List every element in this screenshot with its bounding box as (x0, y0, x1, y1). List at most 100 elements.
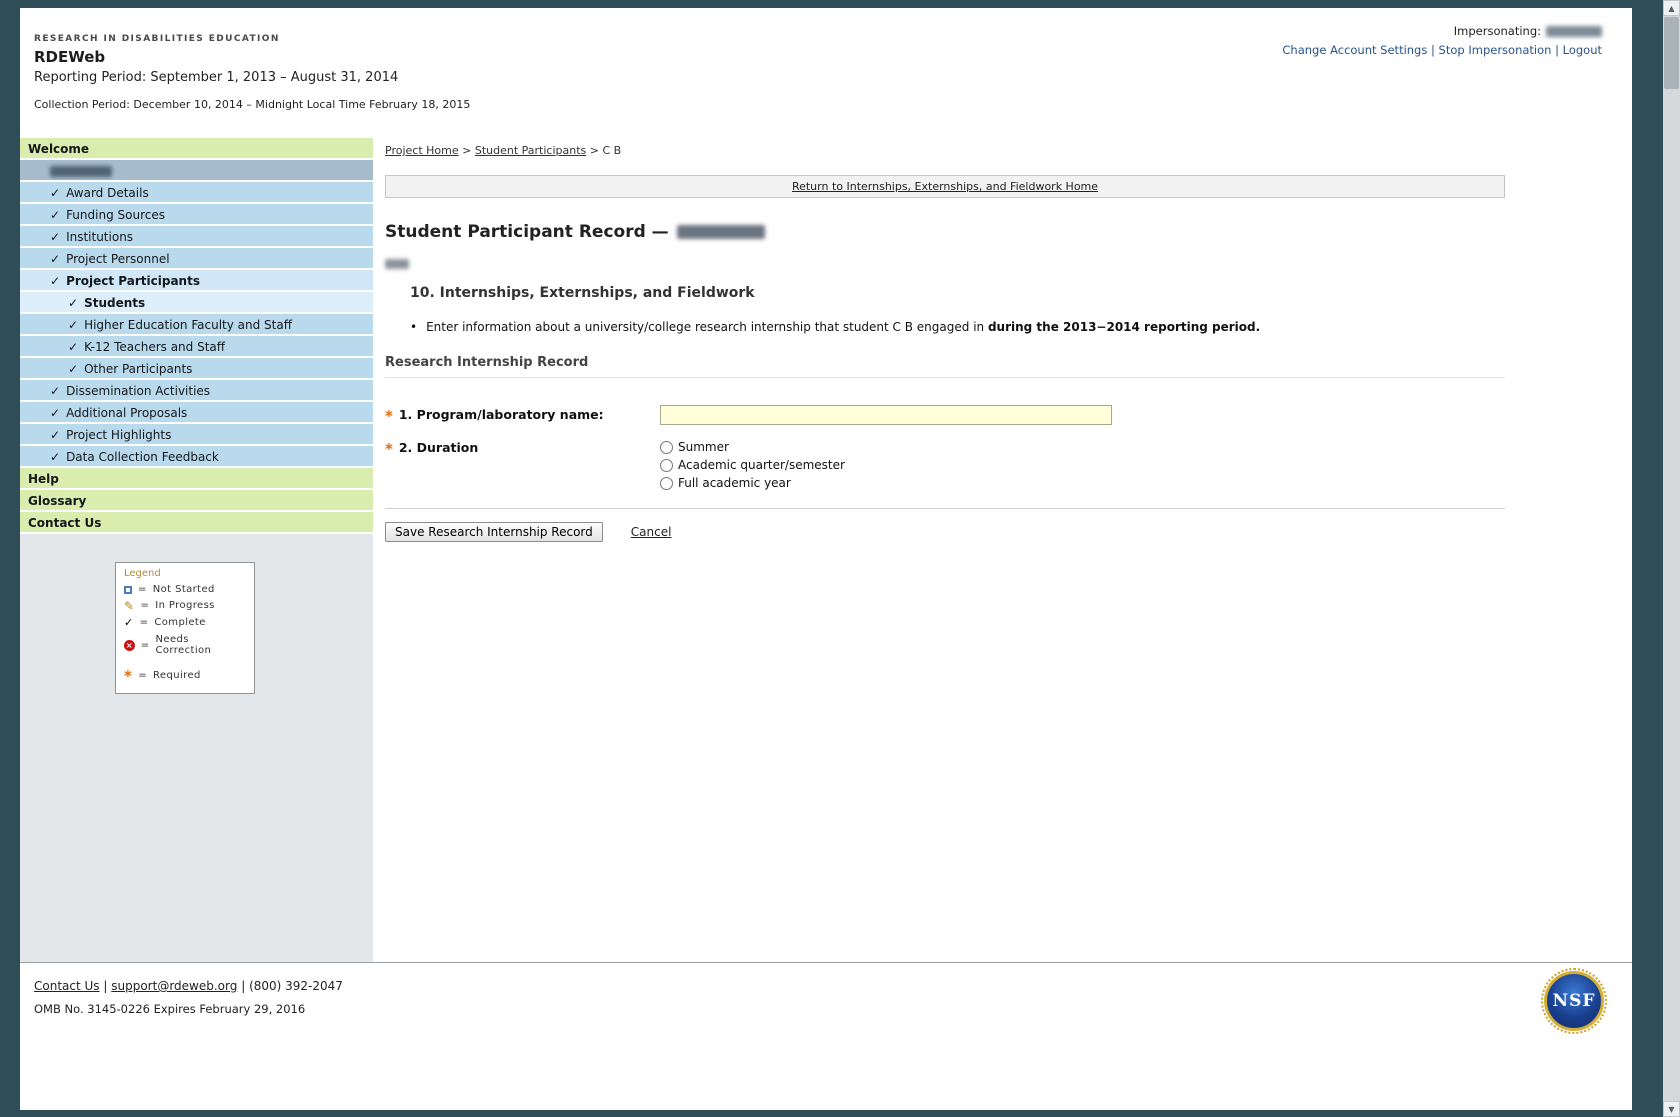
separator: | (1427, 43, 1439, 57)
section-heading: 10. Internships, Externships, and Fieldw… (410, 285, 755, 302)
page-footer: Contact Us | support@rdeweb.org | (800) … (20, 962, 1632, 1110)
legend-title: Legend (124, 568, 161, 579)
sidebar-item-welcome[interactable]: Welcome (20, 138, 373, 160)
duration-label-text: 2. Duration (398, 440, 479, 456)
needs-correction-icon: × (124, 639, 135, 651)
breadcrumb-item-project-home[interactable]: Project Home (385, 144, 459, 157)
duration-radio[interactable] (660, 440, 673, 454)
separator: | (241, 979, 246, 993)
legend-item-label: Needs Correction (155, 634, 212, 656)
sidebar-item-award-number[interactable] (20, 160, 373, 182)
form-divider (385, 508, 1505, 510)
page-header: RESEARCH IN DISABILITIES EDUCATION RDEWe… (20, 8, 1632, 138)
legend-box: Legend = Not Started ✎ = In Progress ✓ = Comple… (115, 562, 255, 694)
breadcrumb: Project Home > Student Participants > C … (385, 144, 1632, 157)
reporting-period: Reporting Period: September 1, 2013 – Au… (34, 70, 399, 85)
check-icon: ✓ (50, 230, 61, 244)
page: RESEARCH IN DISABILITIES EDUCATION RDEWe… (20, 8, 1632, 1110)
duration-option-academic-quarter-semester[interactable]: Academic quarter/semester (660, 456, 845, 474)
award-number-redacted (50, 166, 112, 177)
instruction-text-bold: during the 2013−2014 reporting period. (987, 320, 1261, 335)
check-icon: ✓ (50, 428, 61, 442)
scroll-up-icon[interactable]: ▲ (1663, 0, 1680, 16)
duration-radio[interactable] (660, 476, 673, 490)
scrollbar[interactable]: ▲ ▼ (1663, 0, 1680, 1117)
impersonating-label: Impersonating: (1453, 24, 1541, 38)
footer-phone: (800) 392-2047 (249, 979, 343, 993)
sidebar-item-project-highlights[interactable]: ✓ Project Highlights (20, 424, 373, 446)
header-link-change-account-settings[interactable]: Change Account Settings (1282, 43, 1427, 57)
sidebar-item-label: Contact Us (28, 516, 102, 530)
in-progress-icon: ✎ (124, 598, 135, 613)
sidebar-item-label: Project Participants (66, 274, 200, 288)
duration-radio-group: Summer Academic quarter/semester Full acad… (660, 438, 845, 492)
check-icon: ✓ (50, 274, 61, 288)
sidebar-item-label: Institutions (66, 230, 134, 244)
program-name-label-text: 1. Program/laboratory name: (398, 407, 604, 423)
sidebar-item-data-collection-feedback[interactable]: ✓ Data Collection Feedback (20, 446, 373, 468)
program-laboratory-name-input[interactable] (660, 405, 1112, 426)
duration-option-summer[interactable]: Summer (660, 438, 845, 456)
sidebar-item-k12-teachers-and-staff[interactable]: ✓ K-12 Teachers and Staff (20, 336, 373, 358)
check-icon: ✓ (68, 318, 79, 332)
sidebar-item-award-details[interactable]: ✓ Award Details (20, 182, 373, 204)
sidebar-item-higher-education-faculty-and-staff[interactable]: ✓ Higher Education Faculty and Staff (20, 314, 373, 336)
sidebar-item-help[interactable]: Help (20, 468, 373, 490)
sidebar-item-contact-us[interactable]: Contact Us (20, 512, 373, 534)
sidebar-item-institutions[interactable]: ✓ Institutions (20, 226, 373, 248)
sidebar-nav: Welcome ✓ Award Details ✓ Funding Sources ✓ In… (20, 138, 373, 534)
duration-option-label: Full academic year (678, 476, 791, 491)
check-icon: ✓ (50, 208, 61, 222)
header-account-area: Impersonating: Change Account Settings |… (1282, 24, 1602, 57)
nsf-logo-text: NSF (1552, 991, 1596, 1011)
header-link-logout[interactable]: Logout (1563, 43, 1602, 57)
sidebar-item-project-personnel[interactable]: ✓ Project Personnel (20, 248, 373, 270)
sidebar: Welcome ✓ Award Details ✓ Funding Sources ✓ In… (20, 138, 373, 962)
sidebar-item-dissemination-activities[interactable]: ✓ Dissemination Activities (20, 380, 373, 402)
scroll-down-icon[interactable]: ▼ (1663, 1101, 1680, 1117)
duration-option-full-academic-year[interactable]: Full academic year (660, 474, 845, 492)
sidebar-item-label: Welcome (28, 142, 90, 156)
subsection-heading: Research Internship Record (385, 355, 1505, 379)
return-home-link[interactable]: Return to Internships, Externships, and … (792, 180, 1098, 193)
equals-sign: = (140, 600, 150, 611)
internship-form: * 1. Program/laboratory name: * 2. Duratio… (385, 405, 1632, 492)
save-research-internship-record-button[interactable]: Save Research Internship Record (385, 522, 603, 543)
form-row-duration: * 2. Duration Summer Academic quarter/seme… (385, 438, 1632, 492)
legend-item: = Not Started (124, 584, 246, 595)
sidebar-item-label: Funding Sources (66, 208, 165, 222)
footer-contact-link[interactable]: Contact Us (34, 979, 100, 993)
breadcrumb-separator: > (586, 144, 603, 157)
breadcrumb-item-c-b: C B (602, 144, 622, 157)
legend-item-label: In Progress (155, 600, 215, 611)
duration-radio[interactable] (660, 458, 673, 472)
sidebar-item-label: Project Personnel (66, 252, 170, 266)
footer-email-link[interactable]: support@rdeweb.org (111, 979, 237, 993)
legend-items: = Not Started ✎ = In Progress ✓ = Complete × = Nee… (124, 584, 246, 683)
student-name-redacted (385, 258, 409, 269)
instruction-bullet: • Enter information about a university/c… (410, 320, 1632, 334)
legend-item-label: Required (153, 670, 201, 681)
breadcrumb-item-student-participants[interactable]: Student Participants (475, 144, 586, 157)
return-bar: Return to Internships, Externships, and … (385, 175, 1505, 198)
sidebar-item-label: Data Collection Feedback (66, 450, 219, 464)
check-icon: ✓ (50, 186, 61, 200)
sidebar-item-glossary[interactable]: Glossary (20, 490, 373, 512)
header-link-stop-impersonation[interactable]: Stop Impersonation (1439, 43, 1552, 57)
not-started-icon (124, 585, 132, 594)
legend-item-label: Not Started (152, 584, 215, 595)
sidebar-item-funding-sources[interactable]: ✓ Funding Sources (20, 204, 373, 226)
scrollbar-thumb[interactable] (1664, 17, 1679, 89)
equals-sign: = (140, 639, 150, 651)
check-icon: ✓ (68, 340, 79, 354)
instruction-text: Enter information about a university/col… (426, 320, 1260, 334)
sidebar-item-students[interactable]: ✓ Students (20, 292, 373, 314)
complete-icon: ✓ (124, 616, 134, 629)
sidebar-item-additional-proposals[interactable]: ✓ Additional Proposals (20, 402, 373, 424)
sidebar-item-project-participants[interactable]: ✓ Project Participants (20, 270, 373, 292)
form-actions: Save Research Internship Record Cancel (385, 522, 1632, 543)
sidebar-item-label: Glossary (28, 494, 87, 508)
sidebar-item-other-participants[interactable]: ✓ Other Participants (20, 358, 373, 380)
impersonating-name-redacted (1546, 25, 1602, 37)
cancel-link[interactable]: Cancel (631, 525, 672, 539)
